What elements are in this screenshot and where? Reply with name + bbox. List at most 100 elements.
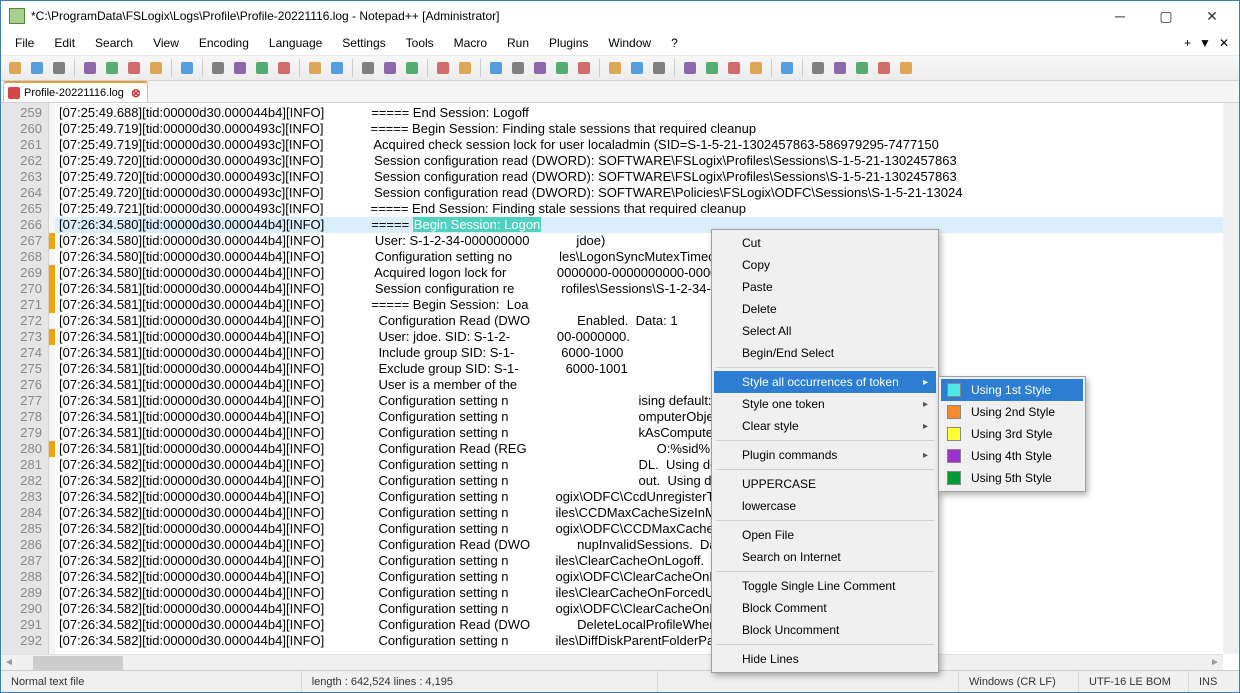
toolbar-button[interactable]: [702, 58, 722, 78]
vertical-scrollbar[interactable]: [1223, 103, 1239, 654]
minimize-button[interactable]: ─: [1097, 2, 1143, 30]
toolbar-button[interactable]: [433, 58, 453, 78]
code-line[interactable]: [07:26:34.580][tid:00000d30.000044b4][IN…: [55, 249, 1239, 265]
ctx-begin-end-select[interactable]: Begin/End Select: [714, 342, 936, 364]
toolbar-button[interactable]: [208, 58, 228, 78]
code-line[interactable]: [07:26:34.581][tid:00000d30.000044b4][IN…: [55, 297, 1239, 313]
code-line[interactable]: [07:26:34.581][tid:00000d30.000044b4][IN…: [55, 329, 1239, 345]
toolbar-button[interactable]: [80, 58, 100, 78]
toolbar-button[interactable]: [252, 58, 272, 78]
menu-window[interactable]: Window: [598, 33, 661, 53]
ctx-open-file[interactable]: Open File: [714, 524, 936, 546]
toolbar-button[interactable]: [305, 58, 325, 78]
toolbar-button[interactable]: [230, 58, 250, 78]
toolbar-button[interactable]: [680, 58, 700, 78]
toolbar-add[interactable]: +: [1184, 36, 1191, 50]
code-line[interactable]: [07:25:49.688][tid:00000d30.000044b4][IN…: [55, 105, 1239, 121]
toolbar-button[interactable]: [455, 58, 475, 78]
ctx-delete[interactable]: Delete: [714, 298, 936, 320]
ctx-clear-style[interactable]: Clear style: [714, 415, 936, 437]
code-line[interactable]: [07:26:34.581][tid:00000d30.000044b4][IN…: [55, 313, 1239, 329]
code-line[interactable]: [07:25:49.719][tid:00000d30.0000493c][IN…: [55, 137, 1239, 153]
menu-edit[interactable]: Edit: [44, 33, 85, 53]
ctx-style-all-occurrences-of-token[interactable]: Style all occurrences of token: [714, 371, 936, 393]
toolbar-button[interactable]: [124, 58, 144, 78]
toolbar-button[interactable]: [574, 58, 594, 78]
toolbar-button[interactable]: [808, 58, 828, 78]
status-eol[interactable]: Windows (CR LF): [959, 671, 1079, 692]
toolbar-button[interactable]: [27, 58, 47, 78]
toolbar-button[interactable]: [724, 58, 744, 78]
toolbar-button[interactable]: [486, 58, 506, 78]
toolbar-button[interactable]: [274, 58, 294, 78]
toolbar-button[interactable]: [358, 58, 378, 78]
code-line[interactable]: [07:25:49.720][tid:00000d30.0000493c][IN…: [55, 185, 1239, 201]
ctx-block-uncomment[interactable]: Block Uncomment: [714, 619, 936, 641]
code-line[interactable]: [07:25:49.721][tid:00000d30.0000493c][IN…: [55, 201, 1239, 217]
toolbar-button[interactable]: [896, 58, 916, 78]
menu-file[interactable]: File: [5, 33, 44, 53]
toolbar-button[interactable]: [605, 58, 625, 78]
style-using-5th-style[interactable]: Using 5th Style: [941, 467, 1083, 489]
toolbar-button[interactable]: [552, 58, 572, 78]
toolbar-button[interactable]: [380, 58, 400, 78]
code-line[interactable]: [07:26:34.582][tid:00000d30.000044b4][IN…: [55, 553, 1239, 569]
file-tab[interactable]: Profile-20221116.log ⊗: [3, 81, 148, 102]
toolbar-button[interactable]: [530, 58, 550, 78]
code-line[interactable]: [07:26:34.582][tid:00000d30.000044b4][IN…: [55, 617, 1239, 633]
menu-encoding[interactable]: Encoding: [189, 33, 259, 53]
status-mode[interactable]: INS: [1189, 671, 1239, 692]
menu-language[interactable]: Language: [259, 33, 332, 53]
code-line[interactable]: [07:26:34.580][tid:00000d30.000044b4][IN…: [55, 233, 1239, 249]
style-using-3rd-style[interactable]: Using 3rd Style: [941, 423, 1083, 445]
ctx-block-comment[interactable]: Block Comment: [714, 597, 936, 619]
code-line[interactable]: [07:26:34.582][tid:00000d30.000044b4][IN…: [55, 505, 1239, 521]
toolbar-button[interactable]: [177, 58, 197, 78]
close-button[interactable]: ✕: [1189, 2, 1235, 30]
toolbar-button[interactable]: [49, 58, 69, 78]
code-line[interactable]: [07:26:34.582][tid:00000d30.000044b4][IN…: [55, 633, 1239, 649]
toolbar-button[interactable]: [5, 58, 25, 78]
maximize-button[interactable]: ▢: [1143, 2, 1189, 30]
code-line[interactable]: [07:26:34.582][tid:00000d30.000044b4][IN…: [55, 569, 1239, 585]
style-using-4th-style[interactable]: Using 4th Style: [941, 445, 1083, 467]
ctx-cut[interactable]: Cut: [714, 232, 936, 254]
menu-tools[interactable]: Tools: [396, 33, 444, 53]
code-line[interactable]: [07:26:34.581][tid:00000d30.000044b4][IN…: [55, 361, 1239, 377]
horizontal-scrollbar[interactable]: ◄ ►: [1, 654, 1223, 670]
status-encoding[interactable]: UTF-16 LE BOM: [1079, 671, 1189, 692]
toolbar-button[interactable]: [327, 58, 347, 78]
toolbar-button[interactable]: [830, 58, 850, 78]
menu-settings[interactable]: Settings: [332, 33, 395, 53]
ctx-copy[interactable]: Copy: [714, 254, 936, 276]
menu-macro[interactable]: Macro: [444, 33, 497, 53]
ctx-toggle-single-line-comment[interactable]: Toggle Single Line Comment: [714, 575, 936, 597]
toolbar-button[interactable]: [102, 58, 122, 78]
code-line[interactable]: [07:26:34.582][tid:00000d30.000044b4][IN…: [55, 521, 1239, 537]
context-menu[interactable]: CutCopyPasteDeleteSelect AllBegin/End Se…: [711, 229, 939, 673]
ctx-plugin-commands[interactable]: Plugin commands: [714, 444, 936, 466]
code-line[interactable]: [07:26:34.581][tid:00000d30.000044b4][IN…: [55, 345, 1239, 361]
menu-run[interactable]: Run: [497, 33, 539, 53]
style-using-2nd-style[interactable]: Using 2nd Style: [941, 401, 1083, 423]
menu-view[interactable]: View: [143, 33, 189, 53]
toolbar-button[interactable]: [627, 58, 647, 78]
code-line[interactable]: [07:25:49.720][tid:00000d30.0000493c][IN…: [55, 153, 1239, 169]
menu-plugins[interactable]: Plugins: [539, 33, 598, 53]
ctx-search-on-internet[interactable]: Search on Internet: [714, 546, 936, 568]
code-line[interactable]: [07:26:34.582][tid:00000d30.000044b4][IN…: [55, 601, 1239, 617]
tab-close-icon[interactable]: ⊗: [131, 86, 141, 100]
toolbar-button[interactable]: [852, 58, 872, 78]
code-line[interactable]: [07:26:34.582][tid:00000d30.000044b4][IN…: [55, 537, 1239, 553]
code-line[interactable]: [07:26:34.580][tid:00000d30.000044b4][IN…: [55, 265, 1239, 281]
code-line[interactable]: [07:25:49.719][tid:00000d30.0000493c][IN…: [55, 121, 1239, 137]
ctx-style-one-token[interactable]: Style one token: [714, 393, 936, 415]
ctx-hide-lines[interactable]: Hide Lines: [714, 648, 936, 670]
toolbar-button[interactable]: [146, 58, 166, 78]
toolbar-button[interactable]: [777, 58, 797, 78]
style-using-1st-style[interactable]: Using 1st Style: [941, 379, 1083, 401]
toolbar-button[interactable]: [874, 58, 894, 78]
code-line[interactable]: [07:26:34.582][tid:00000d30.000044b4][IN…: [55, 585, 1239, 601]
code-line[interactable]: [07:25:49.720][tid:00000d30.0000493c][IN…: [55, 169, 1239, 185]
toolbar-dropdown[interactable]: ▼: [1199, 36, 1211, 50]
